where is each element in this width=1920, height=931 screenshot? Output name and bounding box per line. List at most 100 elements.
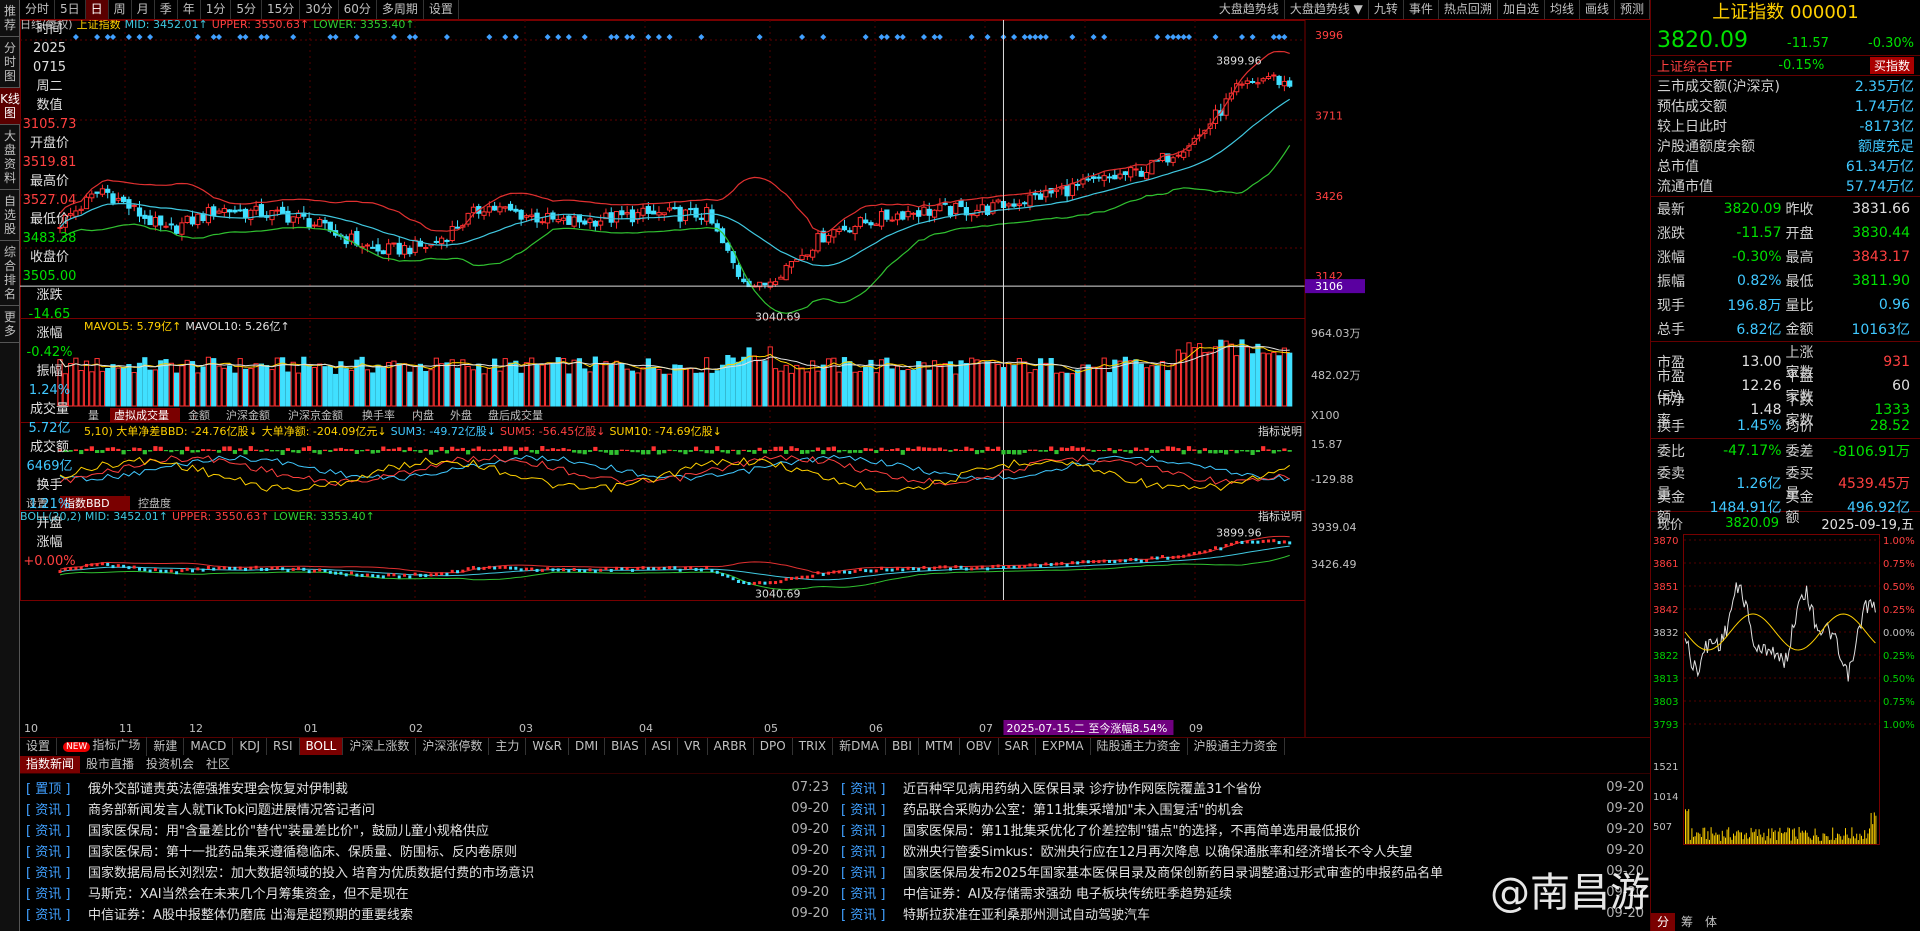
period-button-4[interactable]: 月 [132, 0, 155, 19]
indicator-tab-12[interactable]: BIAS [605, 738, 646, 755]
left-tab-0[interactable]: 推荐 [0, 0, 20, 37]
indicator-tab-5[interactable]: RSI [267, 738, 300, 755]
indicator-tab-6[interactable]: BOLL [299, 738, 344, 755]
news-item[interactable]: [ 资讯 ] 近百种罕见病用药纳入医保目录 诊疗协作网医院覆盖31个省份 09-20 [841, 777, 1644, 798]
volume-tab[interactable]: 内盘 [412, 408, 434, 422]
news-title[interactable]: 药品联合采购办公室：第11批集采增加"未入围复活"的机会 [903, 799, 1594, 818]
indicator-tab-11[interactable]: DMI [569, 738, 606, 755]
period-button-7[interactable]: 1分 [201, 0, 232, 19]
period-button-13[interactable]: 设置 [424, 0, 459, 19]
indicator-tab-19[interactable]: BBI [886, 738, 919, 755]
news-title[interactable]: 国家医保局：用"含量差比价"替代"装量差比价"，鼓励儿童小规格供应 [88, 820, 779, 839]
indicator-tab-1[interactable]: NEW 指标广场 [57, 737, 148, 756]
news-tab-1[interactable]: 股市直播 [80, 756, 140, 773]
period-button-9[interactable]: 15分 [262, 0, 301, 19]
bbd-tab[interactable]: 控盘度 [138, 496, 171, 510]
news-item[interactable]: [ 资讯 ] 马斯克：XAI当然会在未来几个月筹集资金，但不是现在 09-20 [26, 882, 829, 903]
mini-tab-1[interactable]: 筹 [1675, 913, 1699, 931]
toolbar-tool-4[interactable]: 热点回溯 [1439, 0, 1498, 19]
indicator-tab-22[interactable]: SAR [999, 738, 1036, 755]
indicator-tab-10[interactable]: W&R [526, 738, 569, 755]
period-button-12[interactable]: 多周期 [377, 0, 424, 19]
left-tab-1[interactable]: 分时图 [0, 37, 20, 88]
news-item[interactable]: [ 资讯 ] 国家医保局：用"含量差比价"替代"装量差比价"，鼓励儿童小规格供应 0… [26, 819, 829, 840]
news-title[interactable]: 国家医保局：第十一批药品集采遵循稳临床、保质量、防围标、反内卷原则 [88, 841, 779, 860]
period-button-5[interactable]: 季 [155, 0, 178, 19]
period-button-2[interactable]: 日 [85, 0, 109, 19]
toolbar-tool-3[interactable]: 事件 [1404, 0, 1439, 19]
indicator-tab-7[interactable]: 沪深上涨数 [343, 738, 417, 755]
indicator-tab-17[interactable]: TRIX [793, 738, 834, 755]
indicator-tab-24[interactable]: 陆股通主力资金 [1091, 738, 1188, 755]
toolbar-tool-1[interactable]: 大盘趋势线 ▼ [1285, 0, 1369, 19]
indicator-tab-2[interactable]: 新建 [147, 738, 185, 755]
left-tab-2[interactable]: K线图 [0, 88, 20, 125]
toolbar-tool-0[interactable]: 大盘趋势线 [1214, 0, 1285, 19]
news-item[interactable]: [ 置顶 ] 俄外交部谴责英法德强推安理会恢复对伊制裁 07:23 [26, 777, 829, 798]
left-tab-5[interactable]: 综合排名 [0, 241, 20, 306]
period-button-0[interactable]: 分时 [20, 0, 56, 19]
news-tab-2[interactable]: 投资机会 [140, 756, 200, 773]
indicator-tab-25[interactable]: 沪股通主力资金 [1188, 738, 1285, 755]
indicator-tab-3[interactable]: MACD [184, 738, 234, 755]
volume-tab[interactable]: 虚拟成交量 [114, 408, 169, 422]
indicator-tab-20[interactable]: MTM [919, 738, 960, 755]
news-title[interactable]: 国家医保局：第11批集采优化了价差控制"锚点"的选择，不再简单选用最低报价 [903, 820, 1594, 839]
indicator-tab-9[interactable]: 主力 [489, 738, 527, 755]
indicator-tab-21[interactable]: OBV [960, 738, 999, 755]
news-item[interactable]: [ 资讯 ] 药品联合采购办公室：第11批集采增加"未入围复活"的机会 09-20 [841, 798, 1644, 819]
buy-index-button[interactable]: 买指数 [1869, 57, 1914, 74]
volume-tab[interactable]: 盘后成交量 [488, 408, 543, 422]
indicator-tab-13[interactable]: ASI [646, 738, 679, 755]
indicator-tab-18[interactable]: 新DMA [833, 738, 886, 755]
news-item[interactable]: [ 资讯 ] 国家医保局：第11批集采优化了价差控制"锚点"的选择，不再简单选用最… [841, 819, 1644, 840]
bbd-help[interactable]: 指标说明 [1258, 424, 1302, 438]
news-tab-3[interactable]: 社区 [200, 756, 236, 773]
indicator-tab-23[interactable]: EXPMA [1036, 738, 1091, 755]
period-button-8[interactable]: 5分 [231, 0, 263, 19]
news-tab-0[interactable]: 指数新闻 [20, 756, 81, 773]
toolbar-tool-2[interactable]: 九转 [1369, 0, 1404, 19]
indicator-tab-14[interactable]: VR [678, 738, 708, 755]
news-title[interactable]: 马斯克：XAI当然会在未来几个月筹集资金，但不是现在 [88, 883, 779, 902]
mini-tab-2[interactable]: 体 [1699, 913, 1723, 931]
toolbar-tool-7[interactable]: 画线 [1580, 0, 1615, 19]
period-button-1[interactable]: 5日 [55, 0, 86, 19]
left-tab-3[interactable]: 大盘资料 [0, 125, 20, 190]
etf-name[interactable]: 上证综合ETF [1657, 56, 1733, 75]
news-title[interactable]: 欧洲央行管委Simkus：欧洲央行应在12月再次降息 以确保通胀率和经济增长不令… [903, 841, 1594, 860]
volume-tab[interactable]: 换手率 [362, 408, 395, 422]
volume-tab[interactable]: 量 [88, 409, 99, 422]
volume-tab[interactable]: 外盘 [450, 408, 472, 422]
left-tab-4[interactable]: 自选股 [0, 190, 20, 241]
toolbar-tool-8[interactable]: 预测 [1615, 0, 1650, 19]
news-item[interactable]: [ 资讯 ] 商务部新闻发言人就TikTok问题进展情况答记者问 09-20 [26, 798, 829, 819]
indicator-tab-16[interactable]: DPO [754, 738, 793, 755]
boll-help[interactable]: 指标说明 [1258, 509, 1302, 523]
volume-tab[interactable]: 沪深京金额 [288, 408, 343, 422]
intraday-mini-chart[interactable]: 3870 3861 3851 3842 3832 3822 3813 3803 3793 1521… [1651, 534, 1919, 871]
period-button-3[interactable]: 周 [109, 0, 132, 19]
indicator-tab-0[interactable]: 设置 [20, 738, 58, 755]
mini-tab-0[interactable]: 分 [1651, 913, 1676, 931]
period-button-6[interactable]: 年 [178, 0, 201, 19]
kline-chart-area[interactable]: 3040.69 3899.96 日线(复权) 上证指数 MID: 3452.01↑ UPP… [20, 20, 1650, 755]
indicator-tab-8[interactable]: 沪深涨停数 [416, 738, 490, 755]
news-title[interactable]: 商务部新闻发言人就TikTok问题进展情况答记者问 [88, 799, 779, 818]
news-item[interactable]: [ 资讯 ] 欧洲央行管委Simkus：欧洲央行应在12月再次降息 以确保通胀率和… [841, 840, 1644, 861]
indicator-tab-4[interactable]: KDJ [233, 738, 268, 755]
toolbar-tool-6[interactable]: 均线 [1545, 0, 1580, 19]
news-item[interactable]: [ 资讯 ] 国家医保局：第十一批药品集采遵循稳临床、保质量、防围标、反内卷原则 0… [26, 840, 829, 861]
news-title[interactable]: 中信证券：A股中报整体仍磨底 出海是超预期的重要线索 [88, 904, 779, 923]
toolbar-tool-5[interactable]: 加自选 [1498, 0, 1545, 19]
news-item[interactable]: [ 资讯 ] 中信证券：A股中报整体仍磨底 出海是超预期的重要线索 09-20 [26, 903, 829, 924]
news-item[interactable]: [ 资讯 ] 国家数据局局长刘烈宏：加大数据领域的投入 培育为优质数据付费的市场意… [26, 861, 829, 882]
indicator-tab-15[interactable]: ARBR [708, 738, 754, 755]
news-title[interactable]: 俄外交部谴责英法德强推安理会恢复对伊制裁 [88, 778, 779, 797]
news-title[interactable]: 国家数据局局长刘烈宏：加大数据领域的投入 培育为优质数据付费的市场意识 [88, 862, 779, 881]
volume-tab[interactable]: 沪深金额 [226, 408, 270, 422]
period-button-11[interactable]: 60分 [339, 0, 377, 19]
chart-svg[interactable]: 3040.693899.96日线(复权) 上证指数 MID: 3452.01↑ UPP… [20, 20, 1650, 737]
news-title[interactable]: 近百种罕见病用药纳入医保目录 诊疗协作网医院覆盖31个省份 [903, 778, 1594, 797]
left-tab-6[interactable]: 更多 [0, 306, 20, 343]
